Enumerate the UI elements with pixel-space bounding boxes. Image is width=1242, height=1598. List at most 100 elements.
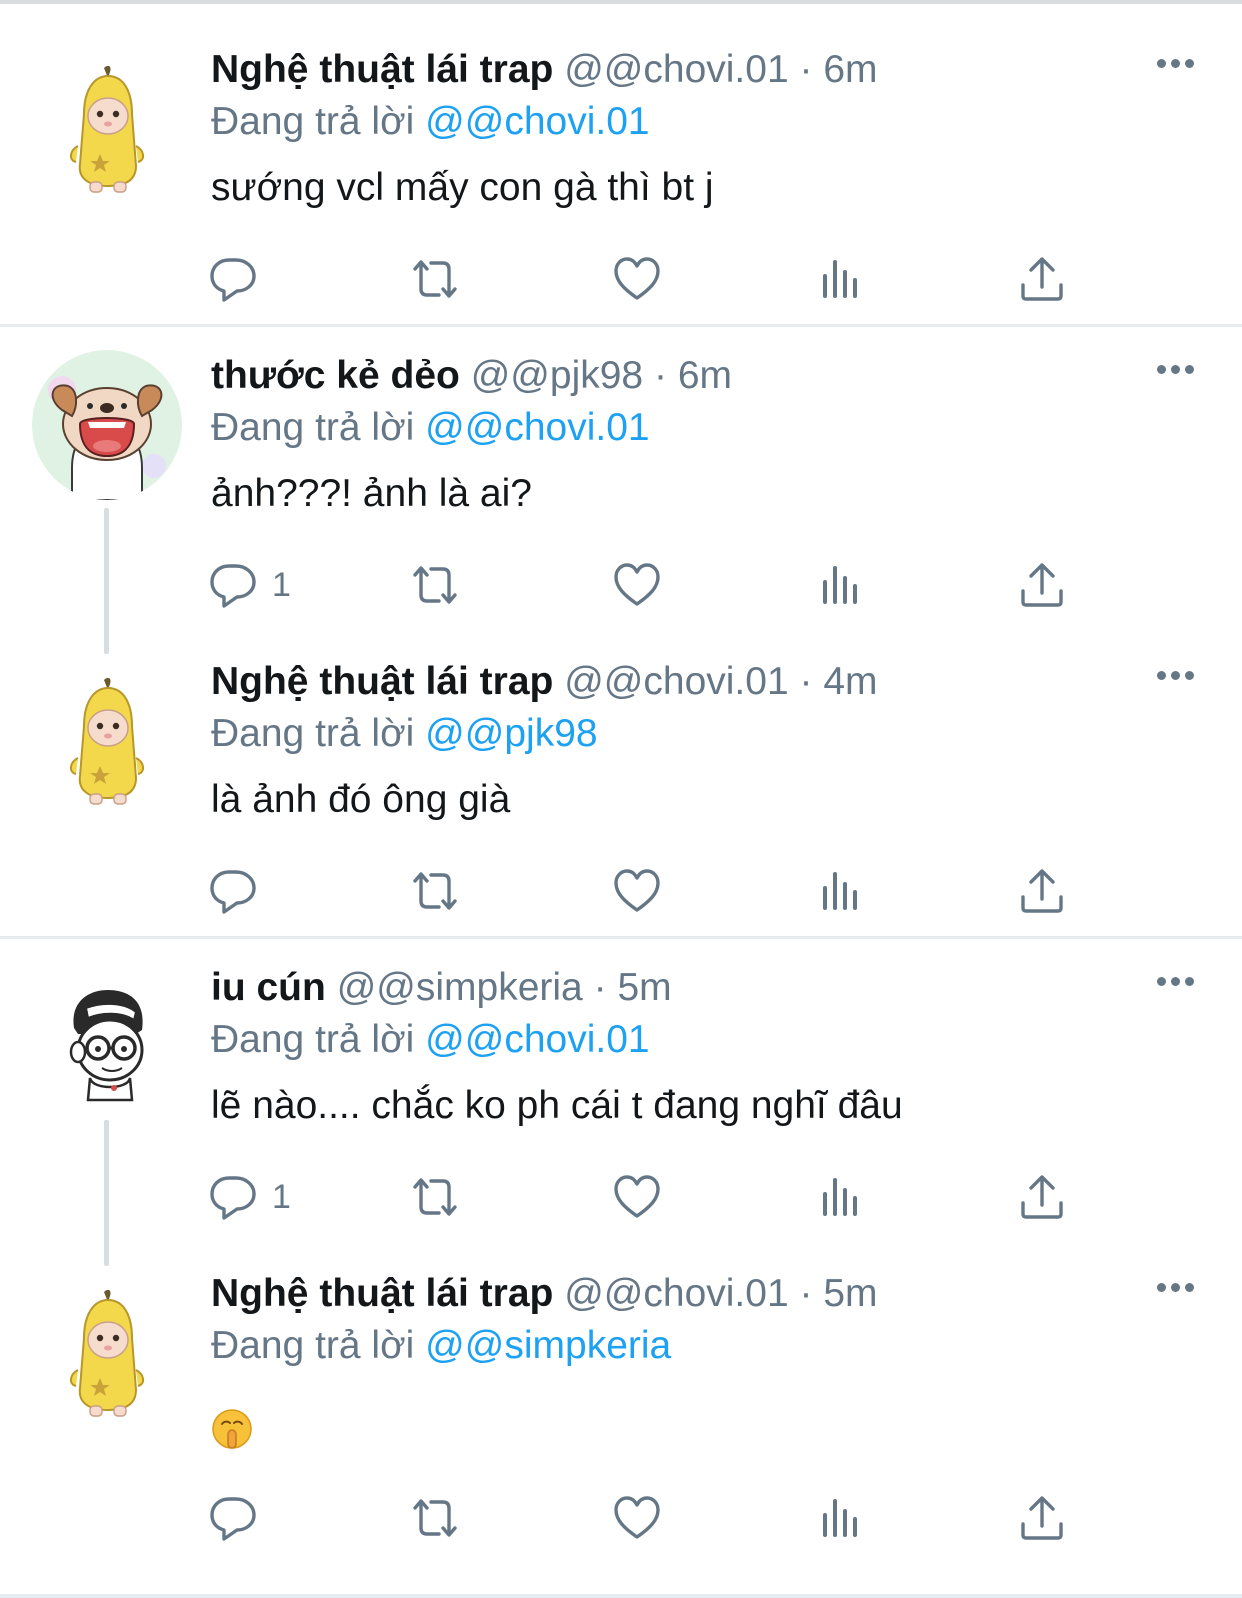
separator-dot: ·	[799, 48, 813, 91]
reply-button[interactable]	[208, 1488, 272, 1548]
screaming-dog-avatar[interactable]	[32, 350, 182, 500]
analytics-button[interactable]	[815, 1167, 865, 1227]
banana-costume-avatar[interactable]	[32, 54, 182, 204]
heart-icon	[612, 254, 662, 304]
reply-bubble-icon	[208, 1493, 258, 1543]
tweet-header: Nghệ thuật lái trap @@chovi.01 · 5m	[211, 1268, 878, 1320]
retweet-icon	[410, 1493, 460, 1543]
display-name[interactable]: Nghệ thuật lái trap	[211, 1272, 553, 1315]
user-handle[interactable]: @@chovi.01	[564, 48, 788, 91]
tweet-divider	[0, 324, 1242, 327]
like-button[interactable]	[612, 1488, 662, 1548]
replying-to-handle[interactable]: @@pjk98	[425, 712, 597, 755]
tweet-header: thước kẻ dẻo @@pjk98 · 6m	[211, 350, 732, 402]
more-dots-icon[interactable]	[1157, 360, 1197, 380]
timestamp[interactable]: 4m	[823, 660, 877, 703]
retweet-icon	[410, 560, 460, 610]
timestamp[interactable]: 6m	[678, 354, 732, 397]
analytics-bars-icon	[815, 1493, 865, 1543]
tweet-text: sướng vcl mấy con gà thì bt j	[211, 166, 714, 209]
replying-to-label: Đang trả lời	[211, 712, 415, 755]
display-name[interactable]: thước kẻ dẻo	[211, 354, 460, 397]
cartoon-boy-glasses-avatar[interactable]	[32, 972, 182, 1122]
separator-dot: ·	[799, 660, 813, 703]
replying-to-line: Đang trả lời @@chovi.01	[211, 402, 650, 454]
analytics-button[interactable]	[815, 1488, 865, 1548]
like-button[interactable]	[612, 1167, 662, 1227]
timestamp[interactable]: 6m	[823, 48, 877, 91]
like-button[interactable]	[612, 861, 662, 921]
share-button[interactable]	[1017, 861, 1067, 921]
share-button[interactable]	[1017, 1488, 1067, 1548]
tweet-text: lẽ nào.... chắc ko ph cái t đang nghĩ đâ…	[211, 1084, 903, 1127]
replying-to-line: Đang trả lời @@pjk98	[211, 708, 598, 760]
display-name[interactable]: iu cún	[211, 966, 326, 1009]
reply-button[interactable]	[208, 861, 272, 921]
replying-to-line: Đang trả lời @@simpkeria	[211, 1320, 671, 1372]
tweet-header: Nghệ thuật lái trap @@chovi.01 · 6m	[211, 44, 878, 96]
tweet-actions	[0, 1488, 1242, 1548]
replying-to-handle[interactable]: @@chovi.01	[425, 1018, 649, 1061]
like-button[interactable]	[612, 249, 662, 309]
replying-to-handle[interactable]: @@chovi.01	[425, 406, 649, 449]
reply-button[interactable]: 1	[208, 555, 291, 615]
heart-icon	[612, 1493, 662, 1543]
share-icon	[1017, 866, 1067, 916]
heart-icon	[612, 560, 662, 610]
timestamp[interactable]: 5m	[617, 966, 671, 1009]
retweet-button[interactable]	[410, 555, 460, 615]
user-handle[interactable]: @@simpkeria	[337, 966, 583, 1009]
user-handle[interactable]: @@chovi.01	[564, 1272, 788, 1315]
heart-icon	[612, 1172, 662, 1222]
retweet-icon	[410, 866, 460, 916]
more-dots-icon[interactable]	[1157, 1278, 1197, 1298]
reply-count: 1	[272, 1178, 291, 1216]
shushing-face-emoji	[212, 1409, 252, 1449]
separator-dot: ·	[653, 354, 667, 397]
share-button[interactable]	[1017, 555, 1067, 615]
replying-to-label: Đang trả lời	[211, 1324, 415, 1367]
user-handle[interactable]: @@pjk98	[471, 354, 643, 397]
analytics-bars-icon	[815, 254, 865, 304]
reply-button[interactable]: 1	[208, 1167, 291, 1227]
analytics-button[interactable]	[815, 861, 865, 921]
banana-costume-avatar[interactable]	[32, 1278, 182, 1428]
more-dots-icon[interactable]	[1157, 54, 1197, 74]
analytics-bars-icon	[815, 560, 865, 610]
tweet-actions	[0, 861, 1242, 921]
tweet-actions: 1	[0, 1167, 1242, 1227]
retweet-button[interactable]	[410, 1167, 460, 1227]
tweet-divider	[0, 1594, 1242, 1598]
display-name[interactable]: Nghệ thuật lái trap	[211, 48, 553, 91]
top-edge-bar	[0, 0, 1242, 4]
user-handle[interactable]: @@chovi.01	[564, 660, 788, 703]
tweet-actions	[0, 249, 1242, 309]
share-button[interactable]	[1017, 249, 1067, 309]
analytics-button[interactable]	[815, 555, 865, 615]
replying-to-label: Đang trả lời	[211, 100, 415, 143]
retweet-icon	[410, 1172, 460, 1222]
separator-dot: ·	[799, 1272, 813, 1315]
banana-costume-avatar[interactable]	[32, 666, 182, 816]
retweet-button[interactable]	[410, 861, 460, 921]
replying-to-line: Đang trả lời @@chovi.01	[211, 1014, 650, 1066]
share-button[interactable]	[1017, 1167, 1067, 1227]
share-icon	[1017, 1172, 1067, 1222]
analytics-button[interactable]	[815, 249, 865, 309]
retweet-button[interactable]	[410, 1488, 460, 1548]
timestamp[interactable]: 5m	[823, 1272, 877, 1315]
more-dots-icon[interactable]	[1157, 666, 1197, 686]
reply-bubble-icon	[208, 866, 258, 916]
share-icon	[1017, 560, 1067, 610]
retweet-icon	[410, 254, 460, 304]
replying-to-handle[interactable]: @@simpkeria	[425, 1324, 671, 1367]
retweet-button[interactable]	[410, 249, 460, 309]
like-button[interactable]	[612, 555, 662, 615]
display-name[interactable]: Nghệ thuật lái trap	[211, 660, 553, 703]
reply-count: 1	[272, 566, 291, 604]
reply-button[interactable]	[208, 249, 272, 309]
reply-bubble-icon	[208, 254, 258, 304]
replying-to-handle[interactable]: @@chovi.01	[425, 100, 649, 143]
tweet-header: Nghệ thuật lái trap @@chovi.01 · 4m	[211, 656, 878, 708]
more-dots-icon[interactable]	[1157, 972, 1197, 992]
